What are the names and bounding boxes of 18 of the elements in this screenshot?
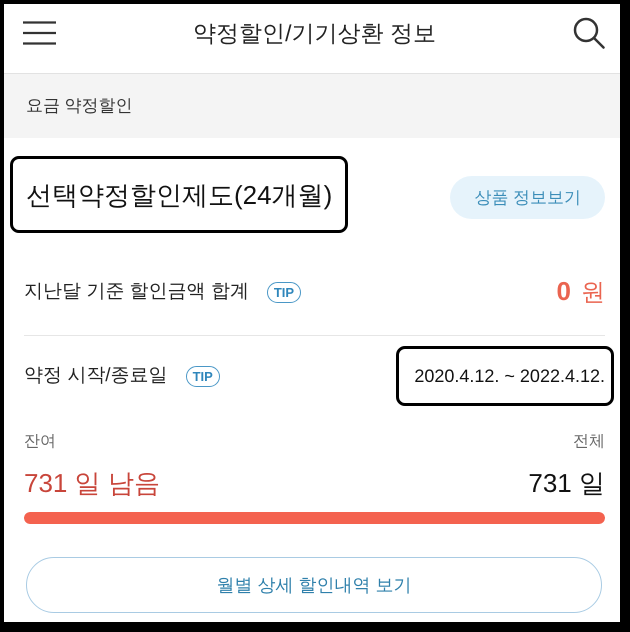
page-title: 약정할인/기기상환 정보 [193,18,436,48]
plan-name: 선택약정할인제도(24개월) [26,178,332,212]
row-label: 약정 시작/종료일 [24,364,168,388]
total-days: 731 일 [528,466,605,500]
menu-icon[interactable] [23,20,56,44]
search-icon[interactable] [573,16,605,48]
remaining-days: 731 일 남음 [24,466,160,500]
amount-value: 0 [556,276,571,306]
monthly-detail-button[interactable]: 월별 상세 할인내역 보기 [26,557,602,613]
product-info-button[interactable]: 상품 정보보기 [450,176,605,219]
row-label: 지난달 기준 할인금액 합계 [24,280,249,304]
tip-badge[interactable]: TIP [266,282,302,302]
remaining-label: 잔여 [24,432,56,452]
currency-unit: 원 [581,278,605,308]
total-label: 전체 [573,432,605,452]
tip-badge[interactable]: TIP [186,366,220,386]
section-title: 요금 약정할인 [26,95,133,118]
date-range: 2020.4.12. ~ 2022.4.12. [414,364,605,388]
